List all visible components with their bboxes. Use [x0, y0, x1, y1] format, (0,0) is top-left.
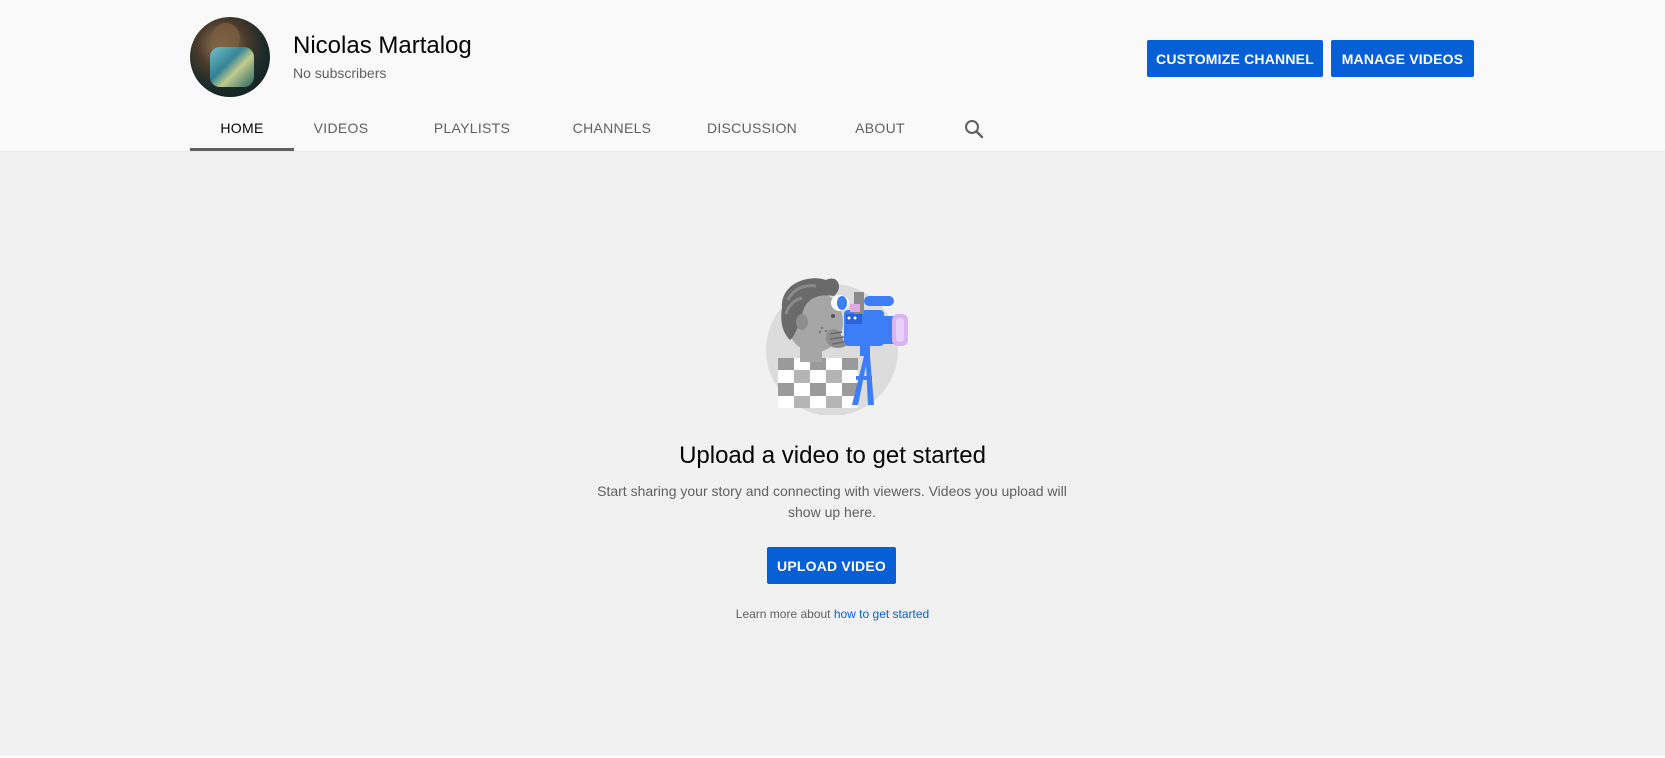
tab-label: VIDEOS: [313, 120, 369, 136]
empty-state: Upload a video to get started Start shar…: [0, 151, 1665, 758]
tab-label: CHANNELS: [572, 120, 652, 136]
empty-state-title: Upload a video to get started: [679, 442, 986, 469]
search-icon[interactable]: [962, 117, 986, 141]
tab-label: ABOUT: [855, 120, 905, 136]
tab-videos[interactable]: VIDEOS: [309, 105, 373, 151]
channel-avatar[interactable]: [190, 17, 270, 97]
avatar-glass-shape: [210, 47, 254, 87]
tab-label: HOME: [220, 120, 264, 136]
camera-operator-illustration: [760, 270, 920, 416]
tab-home[interactable]: HOME: [190, 105, 294, 151]
tab-label: DISCUSSION: [706, 120, 798, 136]
subscriber-count: No subscribers: [293, 65, 387, 81]
learn-more-prefix: Learn more about: [735, 607, 834, 621]
upload-video-button[interactable]: UPLOAD VIDEO: [767, 547, 896, 584]
tab-label: PLAYLISTS: [433, 120, 511, 136]
tab-discussion[interactable]: DISCUSSION: [702, 105, 802, 151]
tab-playlists[interactable]: PLAYLISTS: [430, 105, 514, 151]
manage-videos-button[interactable]: MANAGE VIDEOS: [1331, 40, 1474, 77]
customize-channel-button[interactable]: CUSTOMIZE CHANNEL: [1147, 40, 1323, 77]
empty-state-description: Start sharing your story and connecting …: [597, 483, 1067, 520]
learn-more-text: Learn more about how to get started: [0, 607, 1665, 621]
tab-about[interactable]: ABOUT: [848, 105, 912, 151]
channel-header: Nicolas Martalog No subscribers CUSTOMIZ…: [0, 0, 1665, 152]
how-to-get-started-link[interactable]: how to get started: [834, 607, 929, 621]
channel-name: Nicolas Martalog: [293, 32, 472, 59]
tab-channels[interactable]: CHANNELS: [566, 105, 658, 151]
